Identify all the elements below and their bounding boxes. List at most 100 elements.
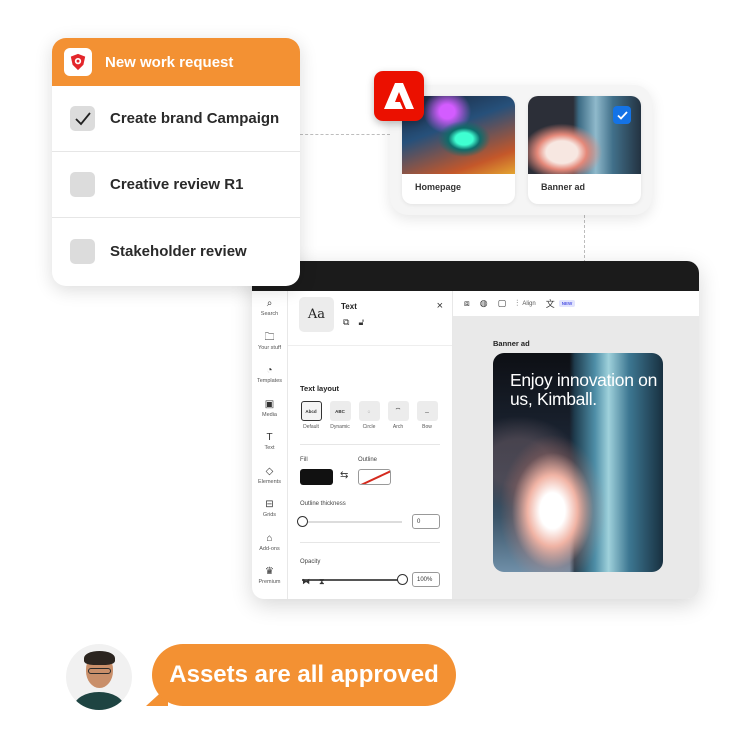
addons-icon: ⌂ [266, 532, 273, 544]
canvas-area: ⧈ ◍ ▢ ⫶ Align 文 NEW Banner ad Enjoy inno… [453, 291, 699, 599]
rail-label: Premium [258, 579, 281, 586]
folder-icon: 🗀 [264, 331, 275, 343]
divider [300, 542, 440, 543]
canvas-toolbar: ⧈ ◍ ▢ ⫶ Align 文 NEW [453, 291, 699, 316]
align-button[interactable]: Align [522, 301, 535, 307]
asset-thumbnail [528, 96, 641, 174]
outline-label: Outline [358, 457, 378, 463]
approved-check-icon[interactable] [613, 106, 631, 124]
grids-icon: ⊟ [265, 499, 274, 511]
swap-colors-icon[interactable]: ⇆ [340, 470, 348, 481]
rail-item-media[interactable]: ▣ Media [252, 392, 287, 426]
palette-icon[interactable]: ◍ [480, 298, 488, 309]
rail-item-grids[interactable]: ⊟ Grids [252, 492, 287, 526]
shape-icon[interactable]: ▢ [498, 298, 507, 309]
layout-preview: ‿ [416, 401, 438, 421]
outline-thickness-label: Outline thickness [300, 501, 346, 507]
banner-ad-artboard[interactable]: Enjoy innovation on us, Kimball. [493, 353, 663, 572]
font-preview[interactable]: Aa [299, 297, 334, 332]
lion-shield-icon [64, 48, 92, 76]
banner-headline[interactable]: Enjoy innovation on us, Kimball. [510, 371, 663, 409]
layout-preview: ⌒ [387, 401, 409, 421]
layout-preview: Abcd [300, 401, 322, 421]
asset-tile-banner-ad[interactable]: Banner ad [528, 96, 641, 204]
editor-window: ⌕ Search 🗀 Your stuff ◔ Templates ▣ Media TT… [252, 261, 699, 599]
connector-line [584, 215, 585, 263]
rail-item-templates[interactable]: ◔ Templates [252, 358, 287, 392]
task-checkbox[interactable] [70, 238, 95, 264]
crown-icon: ♛ [265, 566, 274, 578]
text-icon: T [266, 432, 273, 444]
layout-preview: ◌ [358, 401, 380, 421]
asset-label: Homepage [415, 182, 462, 192]
task-checkbox[interactable] [70, 172, 95, 197]
elements-icon: ◇ [265, 465, 274, 477]
text-properties-panel: Aa Text ⧉🔓︎ × Text layout Abcd Default AB… [288, 291, 453, 599]
assets-card: Homepage Banner ad [390, 85, 652, 215]
text-layout-options: Abcd Default ABC Dynamic ◌ Circle ⌒ Arch ‿ Bo… [300, 401, 438, 430]
layout-preview: ABC [329, 401, 351, 421]
rail-label: Add-ons [259, 545, 280, 552]
layout-option-dynamic[interactable]: ABC Dynamic [329, 401, 351, 430]
rail-label: Search [260, 311, 279, 318]
align-icon[interactable]: ⫶ [516, 298, 518, 309]
fill-label: Fill [300, 457, 308, 463]
unlock-icon[interactable]: 🔓︎ [358, 317, 373, 327]
work-request-header: New work request [52, 38, 300, 86]
opacity-input[interactable]: 100% [412, 572, 440, 587]
artboard-label: Banner ad [493, 339, 530, 348]
layout-label: Arch [392, 424, 404, 430]
layout-label: Default [303, 424, 319, 430]
checkmark-icon [74, 111, 91, 125]
work-request-card: New work request Create brand Campaign C… [52, 38, 300, 286]
flip-vertical-icon[interactable]: ⧗ [319, 577, 334, 586]
task-label: Stakeholder review [110, 242, 247, 260]
translate-icon[interactable]: 文 [546, 297, 555, 310]
new-badge: NEW [558, 300, 576, 307]
rail-item-add-ons[interactable]: ⌂ Add-ons [252, 526, 287, 560]
outline-thickness-input[interactable]: 0 [412, 514, 440, 529]
connector-line [300, 134, 390, 135]
chat-bubble: Assets are all approved [152, 644, 456, 706]
layout-option-arch[interactable]: ⌒ Arch [387, 401, 409, 430]
work-request-title: New work request [105, 53, 234, 71]
opacity-slider[interactable] [397, 574, 408, 585]
task-label: Create brand Campaign [110, 110, 280, 127]
rail-item-premium[interactable]: ♛ Premium [252, 559, 287, 593]
divider [300, 444, 440, 445]
rail-item-search[interactable]: ⌕ Search [252, 291, 287, 325]
panel-title: Text [341, 302, 357, 311]
outline-thickness-track[interactable] [302, 521, 402, 523]
fill-color-swatch[interactable] [300, 469, 333, 485]
task-checkbox[interactable] [70, 106, 95, 131]
close-icon[interactable]: × [437, 300, 443, 312]
panel-header-icons: ⧉🔓︎ [343, 317, 373, 328]
outline-thickness-slider[interactable] [297, 516, 308, 527]
layout-option-circle[interactable]: ◌ Circle [358, 401, 380, 430]
layout-option-default[interactable]: Abcd Default [300, 401, 322, 430]
asset-label: Banner ad [541, 182, 586, 192]
resize-icon[interactable]: ⧈ [464, 298, 470, 309]
avatar [66, 644, 132, 710]
opacity-label: Opacity [300, 559, 321, 565]
task-item[interactable]: Creative review R1 [52, 152, 300, 218]
rail-label: Your stuff [258, 344, 281, 351]
rail-label: Templates [256, 378, 283, 385]
rail-label: Text [264, 445, 275, 452]
flip-horizontal-icon[interactable]: ⧓ [302, 577, 319, 586]
chat-message: Assets are all approved [169, 661, 439, 688]
rail-item-your-stuff[interactable]: 🗀 Your stuff [252, 325, 287, 359]
media-icon: ▣ [264, 398, 275, 410]
layout-option-bow[interactable]: ‿ Bow [416, 401, 438, 430]
left-rail: ⌕ Search 🗀 Your stuff ◔ Templates ▣ Media TT… [252, 291, 288, 599]
outline-color-swatch[interactable] [358, 469, 391, 485]
search-icon: ⌕ [266, 298, 273, 310]
editor-topbar [252, 261, 699, 291]
rail-label: Elements [258, 478, 281, 485]
task-item[interactable]: Create brand Campaign [52, 86, 300, 152]
rail-item-text[interactable]: T Text [252, 425, 287, 459]
rail-item-elements[interactable]: ◇ Elements [252, 459, 287, 493]
task-item[interactable]: Stakeholder review [52, 218, 300, 284]
layout-label: Dynamic [330, 424, 350, 430]
duplicate-icon[interactable]: ⧉ [343, 317, 358, 327]
